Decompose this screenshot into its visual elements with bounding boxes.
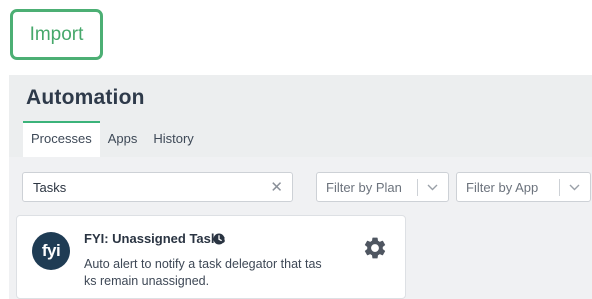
search-input[interactable] (33, 173, 263, 201)
automation-panel: Automation Processes Apps History ✕ Filt… (9, 75, 592, 299)
page-title: Automation (26, 86, 145, 109)
search-box: ✕ (22, 172, 293, 202)
filter-by-plan-select[interactable]: Filter by Plan (316, 172, 449, 202)
import-button[interactable]: Import (10, 9, 103, 60)
automation-header: Automation Processes Apps History (9, 75, 592, 157)
select-divider (417, 179, 418, 196)
process-title: FYI: Unassigned Tasks (84, 231, 226, 246)
tab-history[interactable]: History (145, 121, 201, 157)
clock-icon (213, 232, 225, 250)
process-card[interactable]: fyi FYI: Unassigned Tasks Auto alert to … (16, 215, 406, 299)
tab-apps[interactable]: Apps (100, 121, 146, 157)
chevron-down-icon (427, 179, 438, 198)
process-description: Auto alert to notify a task delegator th… (84, 257, 322, 288)
close-icon[interactable]: ✕ (270, 178, 283, 196)
select-divider (559, 179, 560, 196)
filter-by-plan-label: Filter by Plan (326, 180, 402, 195)
chevron-down-icon (569, 179, 580, 198)
fyi-logo: fyi (32, 232, 70, 270)
tab-bar: Processes Apps History (23, 121, 202, 157)
tab-processes[interactable]: Processes (23, 121, 100, 157)
filter-by-app-select[interactable]: Filter by App (456, 172, 591, 202)
filter-by-app-label: Filter by App (466, 180, 539, 195)
gear-icon[interactable] (362, 235, 388, 266)
